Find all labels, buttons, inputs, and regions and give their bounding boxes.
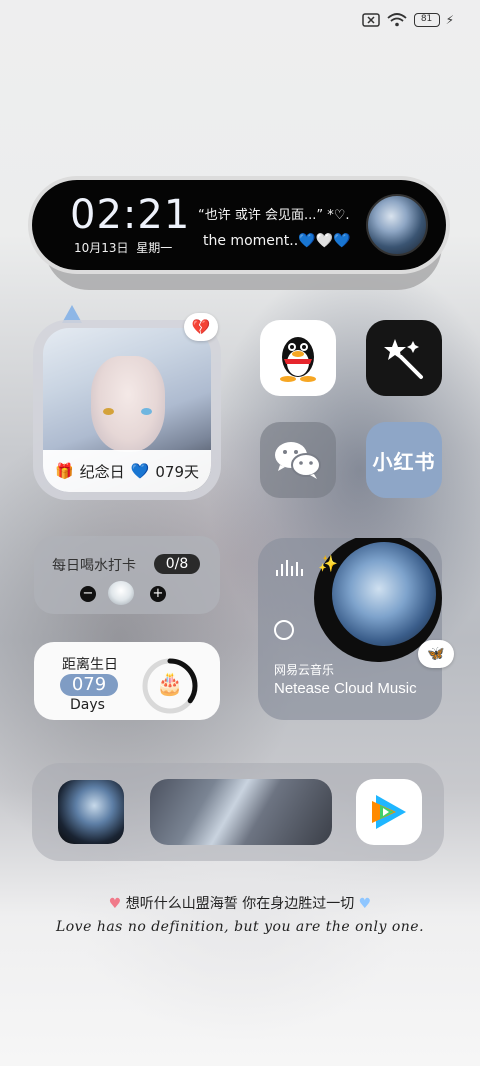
wifi-icon [386, 13, 407, 27]
birthday-countdown-widget[interactable]: 距离生日 079 Days 🎂 [34, 642, 220, 720]
play-icon [372, 795, 406, 829]
tencent-video-app-icon[interactable] [356, 779, 422, 845]
quote-text: the moment.. [203, 233, 299, 249]
sparkle-icon: ✨ [318, 554, 338, 573]
ocean-wave-widget[interactable] [150, 779, 332, 845]
quote-line-2: the moment..💙🤍💙 [203, 233, 350, 249]
clock-widget[interactable]: 02:21 10月13日 星期一 “也许 或许 会见面...” *♡. the … [32, 180, 446, 270]
blue-heart-icon: ♥ [358, 896, 372, 912]
avatar[interactable] [366, 194, 428, 256]
wechat-icon [275, 442, 321, 479]
broken-heart-glyph: 💔 [191, 318, 211, 336]
music-app-name-en: Netease Cloud Music [274, 680, 417, 697]
water-tracker-widget[interactable]: 每日喝水打卡 0/8 − + [34, 536, 220, 614]
footer-chinese-text: ♥ 想听什么山盟海誓 你在身边胜过一切 ♥ [0, 893, 480, 913]
increase-water-button[interactable]: + [150, 586, 166, 602]
birthday-cake-icon: 🎂 [156, 672, 184, 697]
portrait-eye-left [103, 408, 114, 415]
weekday-text: 星期一 [136, 241, 173, 255]
xiaohongshu-label: 小红书 [372, 449, 436, 474]
birthday-unit: Days [70, 697, 105, 713]
footer-english-text: Love has no definition, but you are the … [55, 919, 425, 935]
water-cup-icon [108, 581, 134, 605]
photo-shortcut[interactable] [58, 780, 124, 844]
birthday-days: 079 [60, 674, 118, 696]
xiaohongshu-app-icon[interactable]: 小红书 [366, 422, 442, 498]
battery-indicator: 81 [413, 13, 440, 27]
magic-wand-app-icon[interactable] [366, 320, 442, 396]
magic-wand-icon [384, 339, 423, 379]
butterfly-glyph: 🦋 [427, 646, 445, 662]
album-art[interactable] [332, 542, 436, 646]
status-bar: 81 ⚡ [361, 12, 454, 28]
penguin-icon [280, 337, 316, 382]
pink-heart-icon: ♥ [108, 896, 122, 912]
battery-level: 81 [420, 14, 433, 24]
no-sim-icon [361, 13, 380, 27]
water-count: 0/8 [154, 554, 200, 574]
portrait-eye-right [141, 408, 152, 415]
gift-icon: 🎁 [54, 462, 74, 480]
anniversary-days: 079天 [155, 462, 200, 481]
footer-line-cn: 想听什么山盟海誓 你在身边胜过一切 [125, 896, 355, 912]
anniversary-widget[interactable]: 🎁 纪念日 💙 079天 [33, 320, 221, 500]
anniversary-caption: 🎁 纪念日 💙 079天 [43, 450, 211, 492]
clock-date: 10月13日 星期一 [74, 239, 172, 256]
broken-heart-icon: 💔 [184, 313, 218, 341]
water-title: 每日喝水打卡 [52, 558, 136, 574]
netease-music-icon [274, 620, 294, 640]
quote-line-1: “也许 或许 会见面...” *♡. [198, 208, 350, 223]
decrease-water-button[interactable]: − [80, 586, 96, 602]
wechat-app-icon[interactable] [260, 422, 336, 498]
birthday-title: 距离生日 [62, 657, 118, 673]
blue-heart-icon: 💙 [130, 462, 150, 480]
music-app-name-cn: 网易云音乐 [274, 663, 335, 677]
clock-time: 02:21 [70, 192, 191, 238]
date-text: 10月13日 [74, 241, 129, 255]
music-player-widget[interactable]: ✨ 网易云音乐 Netease Cloud Music [258, 538, 442, 720]
anniversary-label: 纪念日 [79, 462, 125, 481]
audio-waveform-icon [276, 560, 303, 576]
dock [32, 763, 444, 861]
quote-hearts: 💙🤍💙 [298, 233, 351, 249]
charging-bolt-icon: ⚡ [445, 13, 454, 27]
butterfly-icon: 🦋 [418, 640, 454, 668]
qq-app-icon[interactable] [260, 320, 336, 396]
portrait-face [91, 356, 165, 452]
